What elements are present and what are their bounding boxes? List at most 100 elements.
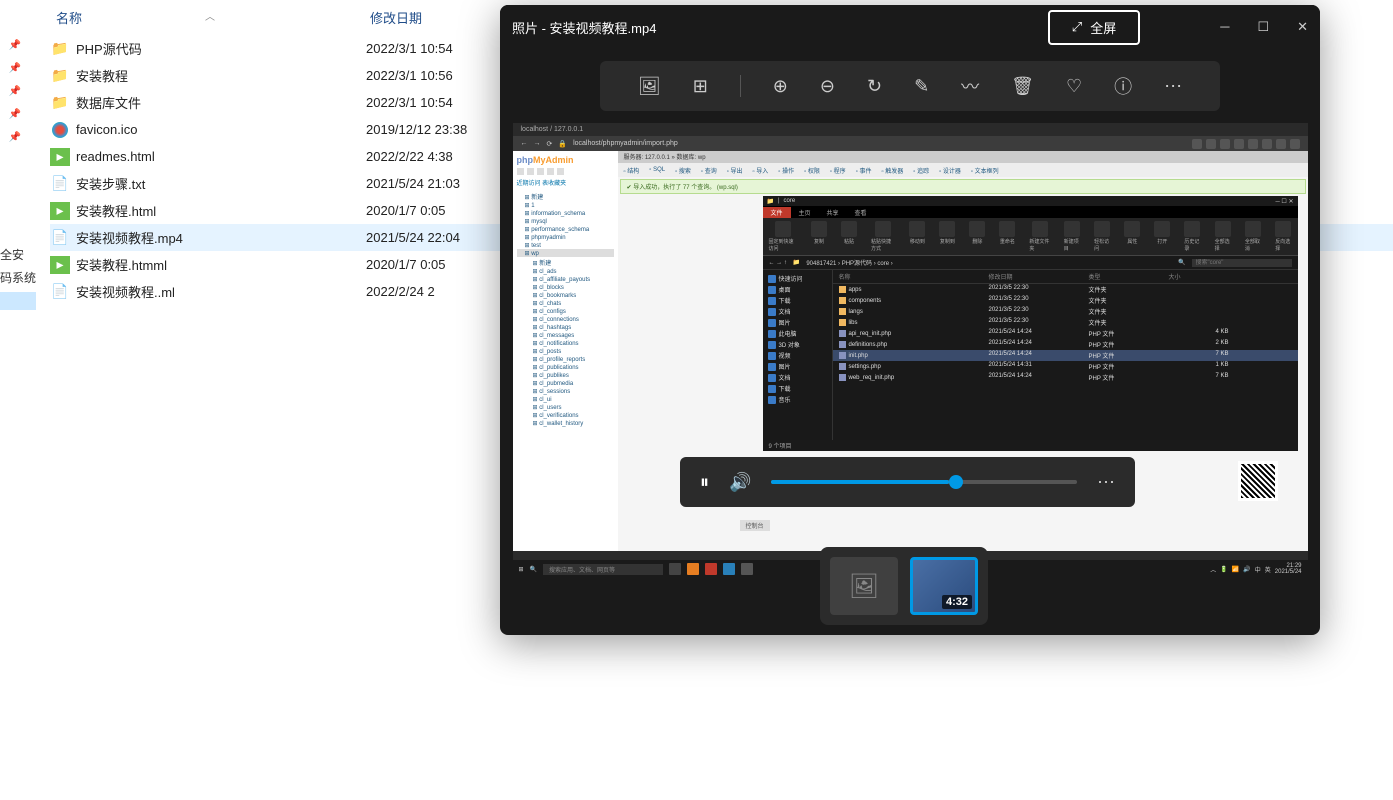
window-controls: ─ ☐ ✕ <box>1220 19 1308 35</box>
quick-access-pins: 📌 📌 📌 📌 📌 <box>0 0 30 800</box>
favorite-icon[interactable]: ♡ <box>1066 76 1082 97</box>
seek-thumb[interactable] <box>949 475 963 489</box>
pma-recent-tabs: 近期访问 表收藏夹 <box>517 178 614 187</box>
separator <box>740 75 741 97</box>
seek-progress <box>771 480 948 484</box>
address-bar: ← → ⟳ 🔒 localhost/phpmyadmin/import.php <box>513 136 1308 151</box>
file-date: 2022/2/24 2 <box>366 284 435 299</box>
pma-nav-icons <box>517 168 614 175</box>
gallery-icon[interactable]: 🖼 <box>638 76 661 97</box>
nested-explorer-window: 📁|core ─ ☐ ✕ 文件 主页 共享 查看 固定到快速访问复制粘贴粘贴快捷… <box>763 196 1298 451</box>
file-name: 安装视频教程.mp4 <box>76 228 366 247</box>
info-icon[interactable]: ⓘ <box>1114 73 1132 99</box>
nested-status-bar: 9 个项目 <box>763 440 1298 450</box>
file-date: 2021/5/24 21:03 <box>366 176 460 191</box>
file-name: PHP源代码 <box>76 39 366 58</box>
pma-logo: phpMyAdmin <box>517 155 614 165</box>
file-date: 2020/1/7 0:05 <box>366 257 446 272</box>
file-name: 安装教程.htmml <box>76 255 366 274</box>
file-date: 2020/1/7 0:05 <box>366 203 446 218</box>
file-date: 2021/5/24 22:04 <box>366 230 460 245</box>
close-button[interactable]: ✕ <box>1297 19 1308 35</box>
file-date: 2022/3/1 10:54 <box>366 41 453 56</box>
sidebar-selected-item[interactable] <box>0 292 36 310</box>
file-date: 2019/12/12 23:38 <box>366 122 467 137</box>
photos-toolbar: 🖼 ⊞ ⊕ ⊖ ↻ ✎ 〰 🗑 ♡ ⓘ ⋯ <box>600 61 1220 111</box>
import-success-message: ✔ 导入成功，执行了 77 个查询。 (wp.sql) <box>620 179 1306 194</box>
html-file-icon: ▸ <box>50 148 70 166</box>
nested-ribbon-tabs: 文件 主页 共享 查看 <box>763 206 1298 218</box>
maximize-button[interactable]: ☐ <box>1257 19 1269 35</box>
fullscreen-button[interactable]: ⤢ 全屏 <box>1048 10 1140 45</box>
folder-icon: 📁 <box>50 67 70 85</box>
html-file-icon: ▸ <box>50 256 70 274</box>
file-name: favicon.ico <box>76 122 366 137</box>
pma-top-menu: ▫ 结构▫ SQL▫ 搜索▫ 查询▫ 导出▫ 导入▫ 操作▫ 权限▫ 程序▫ 事… <box>618 163 1308 177</box>
edit-icon[interactable]: ✎ <box>914 76 929 97</box>
start-icon: ⊞ <box>519 566 524 573</box>
nested-file-list: 名称 修改日期 类型 大小 apps2021/3/5 22:30文件夹compo… <box>833 270 1298 440</box>
nested-nav-bar: ← → ↑ 📁 904817421 › PHP源代码 › core › 🔍 <box>763 256 1298 270</box>
qr-code <box>1238 461 1278 501</box>
thumbnail-video-active[interactable]: 4:32 <box>910 557 978 615</box>
media-more-button[interactable]: ⋯ <box>1097 472 1115 493</box>
video-file-icon: 📄 <box>50 229 70 247</box>
broken-image-icon: 🖼 <box>849 572 879 601</box>
file-name: readmes.html <box>76 149 366 164</box>
forward-icon: → <box>534 140 541 147</box>
zoom-out-icon[interactable]: ⊖ <box>820 76 835 97</box>
pause-button[interactable]: ⏸ <box>700 472 709 493</box>
pin-icon: 📌 <box>9 63 21 74</box>
pin-icon: 📌 <box>9 109 21 120</box>
more-icon[interactable]: ⋯ <box>1164 76 1182 97</box>
file-name: 安装教程.html <box>76 201 366 220</box>
volume-button[interactable]: 🔊 <box>729 472 751 493</box>
browser-tab: localhost / 127.0.0.1 <box>521 126 584 133</box>
favicon-icon <box>50 121 70 139</box>
text-file-icon: 📄 <box>50 175 70 193</box>
window-title: 照片 - 安装视频教程.mp4 <box>512 18 1048 37</box>
fullscreen-icon: ⤢ <box>1072 19 1082 35</box>
delete-icon[interactable]: 🗑 <box>1011 76 1034 97</box>
file-name: 数据库文件 <box>76 93 366 112</box>
minimize-button[interactable]: ─ <box>1220 19 1229 35</box>
lock-icon: 🔒 <box>558 140 567 148</box>
url: localhost/phpmyadmin/import.php <box>573 140 678 147</box>
collection-icon[interactable]: ⊞ <box>693 76 708 97</box>
thumbnail-image[interactable]: 🖼 <box>830 557 898 615</box>
folder-icon: 📁 <box>50 94 70 112</box>
pma-breadcrumb: 服务器: 127.0.0.1 » 数据库: wp <box>618 151 1308 163</box>
rotate-icon[interactable]: ↻ <box>867 76 882 97</box>
nested-ribbon: 固定到快速访问复制粘贴粘贴快捷方式移动到复制到删除重命名新建文件夹新建项目轻松访… <box>763 218 1298 256</box>
file-name: 安装视频教程..ml <box>76 282 366 301</box>
sort-arrow-icon[interactable]: ︿ <box>205 8 215 23</box>
media-controls: ⏸ 🔊 ⋯ <box>680 457 1135 507</box>
thumbnail-bar: 🖼 4:32 <box>820 547 988 625</box>
file-date: 2022/3/1 10:54 <box>366 95 453 110</box>
draw-icon[interactable]: 〰 <box>961 73 979 99</box>
nested-titlebar: 📁|core ─ ☐ ✕ <box>763 196 1298 206</box>
extension-icons <box>1192 139 1300 149</box>
pin-icon: 📌 <box>9 40 21 51</box>
pma-db-tree: ⊞ 新建⊞ 1⊞ information_schema⊞ mysql⊞ perf… <box>517 191 614 427</box>
file-name: 安装步骤.txt <box>76 174 366 193</box>
file-date: 2022/2/22 4:38 <box>366 149 453 164</box>
video-frame: localhost / 127.0.0.1 ← → ⟳ 🔒 localhost/… <box>513 123 1308 578</box>
file-date: 2022/3/1 10:56 <box>366 68 453 83</box>
back-icon: ← <box>521 140 528 147</box>
pma-sidebar: phpMyAdmin 近期访问 表收藏夹 ⊞ 新建⊞ 1⊞ informatio… <box>513 151 618 551</box>
zoom-in-icon[interactable]: ⊕ <box>773 76 788 97</box>
photos-app-window: 照片 - 安装视频教程.mp4 ⤢ 全屏 ─ ☐ ✕ 🖼 ⊞ ⊕ ⊖ ↻ ✎ 〰… <box>500 5 1320 635</box>
nested-sidebar: 快速访问桌面下载文档图片此电脑3D 对象视频图片文档下载音乐 <box>763 270 833 440</box>
nested-search-input <box>1192 259 1292 267</box>
titlebar[interactable]: 照片 - 安装视频教程.mp4 ⤢ 全屏 ─ ☐ ✕ <box>500 5 1320 49</box>
pma-console-tab: 控制台 <box>740 520 770 531</box>
pin-icon: 📌 <box>9 86 21 97</box>
refresh-icon: ⟳ <box>547 140 553 148</box>
file-name: 安装教程 <box>76 66 366 85</box>
video-duration: 4:32 <box>942 595 972 609</box>
browser-tab-bar: localhost / 127.0.0.1 <box>513 123 1308 136</box>
html-file-icon: ▸ <box>50 202 70 220</box>
seek-bar[interactable] <box>771 480 1077 484</box>
pin-icon: 📌 <box>9 132 21 143</box>
